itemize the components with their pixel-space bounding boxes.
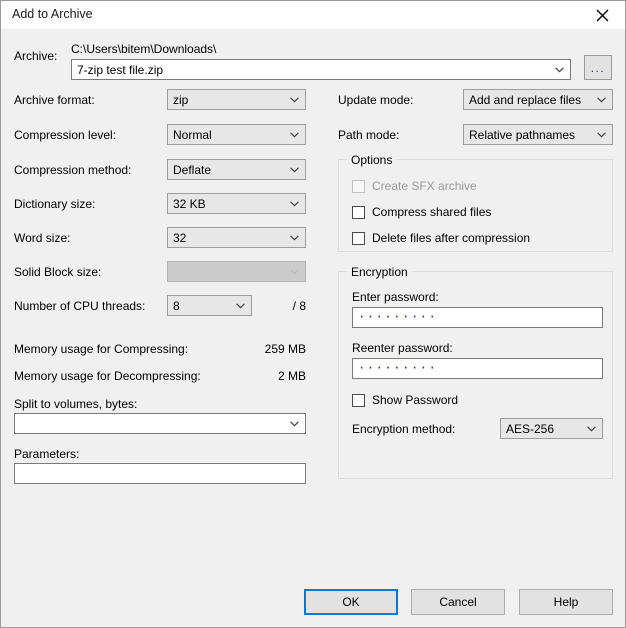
title-bar: Add to Archive — [1, 1, 625, 30]
dictionary-size-value: 32 KB — [173, 197, 206, 211]
compression-level-value: Normal — [173, 128, 212, 142]
cancel-button-label: Cancel — [439, 595, 476, 609]
checkbox-show-password[interactable]: Show Password — [352, 392, 458, 408]
split-volumes-label: Split to volumes, bytes: — [14, 397, 137, 411]
archive-format-label: Archive format: — [14, 93, 95, 107]
dictionary-size-label: Dictionary size: — [14, 197, 95, 211]
update-mode-value: Add and replace files — [469, 93, 581, 107]
memory-compressing-label: Memory usage for Compressing: — [14, 342, 188, 356]
checkbox-label: Create SFX archive — [372, 179, 477, 193]
memory-compressing-value: 259 MB — [216, 342, 306, 356]
archive-format-value: zip — [173, 93, 188, 107]
chevron-down-icon — [290, 269, 299, 275]
checkbox-box[interactable] — [352, 232, 365, 245]
compression-method-value: Deflate — [173, 163, 211, 177]
dialog-body: Archive: C:\Users\bitem\Downloads\ 7-zip… — [1, 29, 625, 627]
reenter-password-value: ········· — [358, 361, 437, 375]
archive-name-value: 7-zip test file.zip — [77, 63, 163, 77]
checkbox-label: Compress shared files — [372, 205, 491, 219]
word-size-label: Word size: — [14, 231, 70, 245]
checkbox-box[interactable] — [352, 394, 365, 407]
archive-label: Archive: — [14, 49, 57, 63]
encryption-method-label: Encryption method: — [352, 422, 455, 436]
path-mode-value: Relative pathnames — [469, 128, 575, 142]
dictionary-size-select[interactable]: 32 KB — [167, 193, 306, 214]
compression-level-select[interactable]: Normal — [167, 124, 306, 145]
help-button[interactable]: Help — [519, 589, 613, 615]
parameters-label: Parameters: — [14, 447, 79, 461]
solid-block-size-select — [167, 261, 306, 282]
encryption-method-value: AES-256 — [506, 422, 554, 436]
checkbox-label: Delete files after compression — [372, 231, 530, 245]
chevron-down-icon — [290, 421, 299, 427]
enter-password-input[interactable]: ········· — [352, 307, 603, 328]
checkbox-label: Show Password — [372, 393, 458, 407]
encryption-method-select[interactable]: AES-256 — [500, 418, 603, 439]
encryption-group-title: Encryption — [347, 265, 412, 279]
ok-button[interactable]: OK — [304, 589, 398, 615]
cancel-button[interactable]: Cancel — [411, 589, 505, 615]
chevron-down-icon — [290, 132, 299, 138]
enter-password-value: ········· — [358, 310, 437, 324]
word-size-value: 32 — [173, 231, 186, 245]
compression-method-label: Compression method: — [14, 163, 131, 177]
cpu-threads-total: / 8 — [266, 299, 306, 313]
window-title: Add to Archive — [12, 7, 93, 21]
chevron-down-icon — [597, 132, 606, 138]
chevron-down-icon — [290, 167, 299, 173]
checkbox-delete-files-after-compression[interactable]: Delete files after compression — [352, 230, 530, 246]
solid-block-size-label: Solid Block size: — [14, 265, 101, 279]
close-icon[interactable] — [579, 1, 625, 29]
memory-decompressing-value: 2 MB — [216, 369, 306, 383]
options-group: Options Create SFX archive Compress shar… — [338, 159, 613, 252]
parameters-input[interactable] — [14, 463, 306, 484]
path-mode-select[interactable]: Relative pathnames — [463, 124, 613, 145]
archive-name-input[interactable]: 7-zip test file.zip — [71, 59, 571, 80]
cpu-threads-select[interactable]: 8 — [167, 295, 252, 316]
chevron-down-icon — [290, 235, 299, 241]
checkbox-box[interactable] — [352, 206, 365, 219]
compression-method-select[interactable]: Deflate — [167, 159, 306, 180]
cpu-threads-label: Number of CPU threads: — [14, 299, 145, 313]
reenter-password-label: Reenter password: — [352, 341, 453, 355]
archive-format-select[interactable]: zip — [167, 89, 306, 110]
split-volumes-input[interactable] — [14, 413, 306, 434]
chevron-down-icon — [236, 303, 245, 309]
reenter-password-input[interactable]: ········· — [352, 358, 603, 379]
browse-button-label: ... — [591, 63, 606, 79]
encryption-group: Encryption Enter password: ········· Ree… — [338, 271, 613, 479]
options-group-title: Options — [347, 153, 396, 167]
compression-level-label: Compression level: — [14, 128, 116, 142]
chevron-down-icon — [597, 97, 606, 103]
update-mode-select[interactable]: Add and replace files — [463, 89, 613, 110]
checkbox-compress-shared-files[interactable]: Compress shared files — [352, 204, 491, 220]
ok-button-label: OK — [342, 595, 359, 609]
enter-password-label: Enter password: — [352, 290, 439, 304]
word-size-select[interactable]: 32 — [167, 227, 306, 248]
path-mode-label: Path mode: — [338, 128, 399, 142]
add-to-archive-dialog: Add to Archive Archive: C:\Users\bitem\D… — [0, 0, 626, 628]
checkbox-create-sfx-archive: Create SFX archive — [352, 178, 477, 194]
chevron-down-icon — [290, 201, 299, 207]
browse-button[interactable]: ... — [584, 55, 612, 80]
archive-path-text: C:\Users\bitem\Downloads\ — [71, 42, 216, 56]
chevron-down-icon — [587, 426, 596, 432]
memory-decompressing-label: Memory usage for Decompressing: — [14, 369, 201, 383]
help-button-label: Help — [554, 595, 579, 609]
cpu-threads-value: 8 — [173, 299, 180, 313]
update-mode-label: Update mode: — [338, 93, 413, 107]
chevron-down-icon — [555, 67, 564, 73]
chevron-down-icon — [290, 97, 299, 103]
checkbox-box — [352, 180, 365, 193]
